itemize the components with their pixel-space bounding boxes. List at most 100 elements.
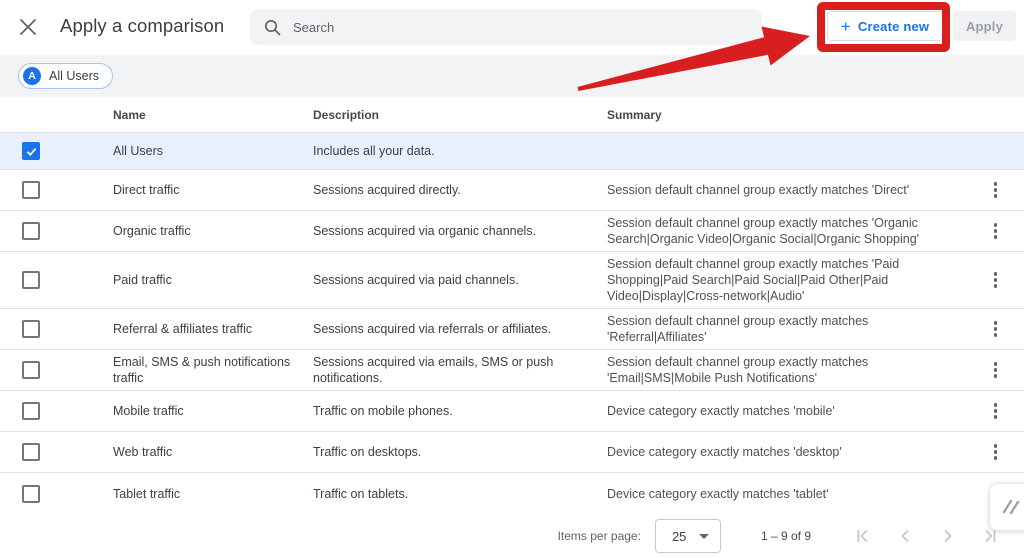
checkbox-cell <box>0 443 113 461</box>
row-checkbox[interactable] <box>22 222 40 240</box>
menu-cell <box>975 267 1024 293</box>
table-row[interactable]: Paid traffic Sessions acquired via paid … <box>0 252 1024 309</box>
checkbox-cell <box>0 222 113 240</box>
column-header-description: Description <box>313 107 380 122</box>
more-vertical-icon[interactable] <box>989 357 1003 383</box>
search-input[interactable] <box>293 19 748 35</box>
row-summary: Session default channel group exactly ma… <box>607 183 910 197</box>
row-name: Paid traffic <box>113 273 172 287</box>
search-bar[interactable] <box>250 9 762 45</box>
plus-icon: + <box>840 16 851 36</box>
table-row[interactable]: Referral & affiliates traffic Sessions a… <box>0 309 1024 350</box>
row-checkbox[interactable] <box>22 443 40 461</box>
row-summary: Device category exactly matches 'tablet' <box>607 486 829 501</box>
row-name: Referral & affiliates traffic <box>113 322 253 336</box>
apply-button[interactable]: Apply <box>953 11 1016 41</box>
pagination-controls <box>853 527 1000 545</box>
row-checkbox[interactable] <box>22 271 40 289</box>
table-row[interactable]: Email, SMS & push notifications traffic … <box>0 350 1024 391</box>
column-header-summary: Summary <box>607 107 662 122</box>
more-vertical-icon[interactable] <box>989 267 1003 293</box>
row-name: Tablet traffic <box>113 486 181 501</box>
more-vertical-icon[interactable] <box>989 316 1003 342</box>
page-title: Apply a comparison <box>60 15 225 36</box>
table-body: All Users Includes all your data. Direct… <box>0 133 1024 514</box>
chip-label: All Users <box>49 69 100 83</box>
create-new-button[interactable]: + Create new <box>827 11 943 41</box>
more-vertical-icon[interactable] <box>989 439 1003 465</box>
menu-cell <box>975 316 1024 342</box>
first-page-icon[interactable] <box>853 527 871 545</box>
row-description: Traffic on mobile phones. <box>313 404 453 418</box>
row-name: Mobile traffic <box>113 404 184 418</box>
row-checkbox[interactable] <box>22 142 40 160</box>
checkbox-cell <box>0 181 113 199</box>
more-vertical-icon[interactable] <box>989 177 1003 203</box>
row-name: Web traffic <box>113 445 173 459</box>
more-vertical-icon[interactable] <box>989 218 1003 244</box>
close-icon[interactable] <box>16 15 40 39</box>
row-description: Sessions acquired directly. <box>313 183 461 197</box>
row-name: Email, SMS & push notifications traffic <box>113 355 291 385</box>
row-description: Traffic on desktops. <box>313 445 422 459</box>
applied-comparisons-bar: A All Users <box>0 55 1024 97</box>
row-description: Sessions acquired via paid channels. <box>313 273 519 287</box>
checkbox-cell <box>0 320 113 338</box>
apply-comparison-dialog: Apply a comparison + Create new Apply A … <box>0 0 1024 558</box>
row-summary: Device category exactly matches 'mobile' <box>607 404 835 418</box>
row-summary: Session default channel group exactly ma… <box>607 216 920 246</box>
checkbox-cell <box>0 142 113 160</box>
checkbox-cell <box>0 484 113 503</box>
next-page-icon[interactable] <box>939 527 957 545</box>
table-header: Name Description Summary <box>0 97 1024 133</box>
checkbox-cell <box>0 361 113 379</box>
menu-cell <box>975 138 1024 164</box>
row-description: Sessions acquired via referrals or affil… <box>313 322 552 336</box>
menu-cell <box>975 177 1024 203</box>
items-per-page-label: Items per page: <box>557 529 641 543</box>
chip-avatar: A <box>23 67 41 85</box>
row-name: All Users <box>113 144 164 158</box>
search-icon <box>264 19 281 36</box>
row-checkbox[interactable] <box>22 181 40 199</box>
all-users-chip[interactable]: A All Users <box>18 63 114 89</box>
row-checkbox[interactable] <box>22 361 40 379</box>
table-row[interactable]: All Users Includes all your data. <box>0 133 1024 170</box>
row-description: Traffic on tablets. <box>313 486 409 501</box>
row-name: Direct traffic <box>113 183 180 197</box>
table-footer: Items per page: 25 1 – 9 of 9 <box>0 514 1024 558</box>
row-checkbox[interactable] <box>22 484 40 503</box>
floating-widget[interactable] <box>989 483 1024 531</box>
caret-down-icon <box>698 533 709 539</box>
row-description: Includes all your data. <box>313 144 435 158</box>
menu-cell <box>975 398 1024 424</box>
create-new-label: Create new <box>857 18 930 34</box>
table-row[interactable]: Tablet traffic Traffic on tablets. Devic… <box>0 473 1024 514</box>
screen-capture-widget-icon <box>1002 499 1020 515</box>
checkbox-cell <box>0 402 113 420</box>
table-row[interactable]: Mobile traffic Traffic on mobile phones.… <box>0 391 1024 432</box>
previous-page-icon[interactable] <box>896 527 914 545</box>
table-row[interactable]: Organic traffic Sessions acquired via or… <box>0 211 1024 252</box>
items-per-page-select[interactable]: 25 <box>654 519 721 553</box>
pagination-range-label: 1 – 9 of 9 <box>760 529 811 543</box>
table-row[interactable]: Web traffic Traffic on desktops. Device … <box>0 432 1024 473</box>
row-summary: Session default channel group exactly ma… <box>607 355 869 385</box>
items-per-page-value: 25 <box>671 528 687 544</box>
table-row[interactable]: Direct traffic Sessions acquired directl… <box>0 170 1024 211</box>
checkbox-cell <box>0 271 113 289</box>
row-checkbox[interactable] <box>22 320 40 338</box>
apply-label: Apply <box>965 18 1004 34</box>
checkmark-icon <box>26 147 36 156</box>
row-summary: Session default channel group exactly ma… <box>607 257 900 303</box>
row-description: Sessions acquired via emails, SMS or pus… <box>313 355 554 385</box>
more-vertical-icon[interactable] <box>989 398 1003 424</box>
column-header-name: Name <box>113 107 146 122</box>
menu-cell <box>975 218 1024 244</box>
row-name: Organic traffic <box>113 224 191 238</box>
menu-cell <box>975 439 1024 465</box>
row-summary: Session default channel group exactly ma… <box>607 314 869 344</box>
row-checkbox[interactable] <box>22 402 40 420</box>
menu-cell <box>975 357 1024 383</box>
top-bar: Apply a comparison + Create new Apply <box>0 0 1024 55</box>
